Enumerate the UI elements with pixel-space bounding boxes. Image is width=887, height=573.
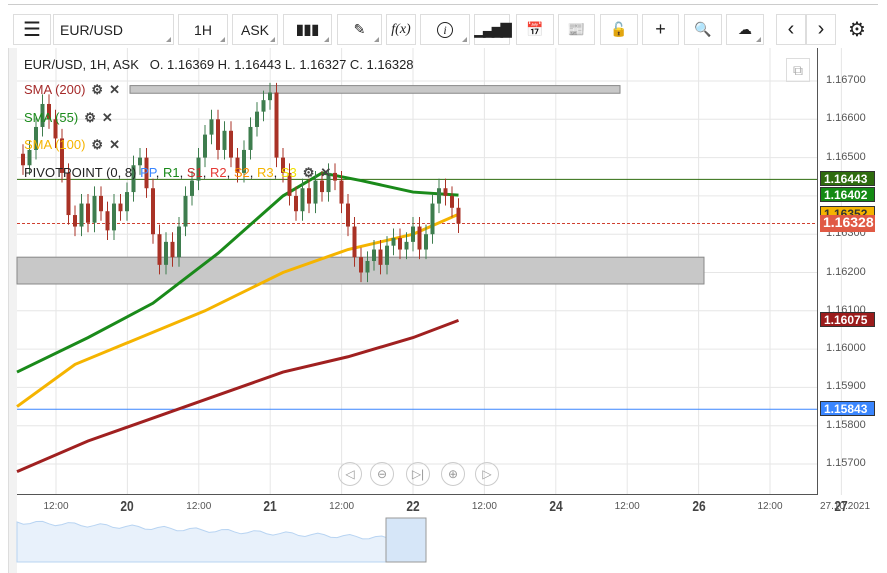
price-label: 1.16402 bbox=[820, 187, 875, 203]
close-icon[interactable]: ✕ bbox=[320, 165, 331, 181]
pivot-part: R1 bbox=[162, 165, 180, 180]
indicator-sma55: SMA (55) ⚙ ✕ bbox=[24, 110, 113, 126]
pivot-label[interactable]: PIVOTPOINT (0, 8) bbox=[24, 165, 136, 180]
zoom-out-icon: ⊖ bbox=[376, 467, 388, 481]
y-tick-label: 1.16600 bbox=[826, 112, 866, 125]
indicator-sma100: SMA (100) ⚙ ✕ bbox=[24, 137, 120, 153]
pivot-part: S3 bbox=[280, 165, 297, 180]
sma55-label[interactable]: SMA (55) bbox=[24, 110, 78, 125]
arrow-left-icon: ◁ bbox=[345, 467, 355, 481]
x-tick-label: 12:00 bbox=[471, 501, 497, 512]
pivot-part: PP bbox=[140, 165, 156, 180]
x-tick-label: 12:00 bbox=[43, 501, 69, 512]
price-label: 1.16075 bbox=[820, 312, 875, 328]
sma100-label[interactable]: SMA (100) bbox=[24, 137, 85, 152]
y-tick-label: 1.15700 bbox=[826, 457, 866, 469]
sma200-label[interactable]: SMA (200) bbox=[24, 82, 85, 97]
chart-frame bbox=[17, 48, 818, 495]
x-tick-label: 12:00 bbox=[329, 501, 355, 512]
indicator-sma200: SMA (200) ⚙ ✕ bbox=[24, 82, 120, 98]
overview-window bbox=[385, 517, 427, 563]
ohlc-values: O. 1.16369 H. 1.16443 L. 1.16327 C. 1.16… bbox=[149, 57, 414, 72]
arrow-right-icon: ▷ bbox=[482, 467, 492, 481]
zoom-in-button[interactable]: ⊕ bbox=[441, 462, 465, 486]
y-tick-label: 1.16700 bbox=[826, 74, 866, 86]
symbol-info: EUR/USD, 1H, ASK bbox=[24, 57, 139, 72]
indicator-pivot: PIVOTPOINT (0, 8) PP, R1, S1, R2, S2, R3… bbox=[24, 165, 332, 181]
pivot-part: S1 bbox=[186, 165, 203, 180]
go-latest-icon: ▷| bbox=[411, 467, 425, 481]
date-label: 27.10.2021 bbox=[819, 501, 871, 512]
x-tick-label: 24 bbox=[549, 498, 563, 515]
y-tick-label: 1.16200 bbox=[826, 265, 866, 278]
gear-icon[interactable]: ⚙ bbox=[91, 82, 103, 98]
x-tick-label: 22 bbox=[406, 498, 420, 515]
price-label: 1.16443 bbox=[820, 171, 875, 187]
price-label: 1.16328 bbox=[820, 215, 875, 233]
y-tick-label: 1.16000 bbox=[826, 342, 866, 355]
gear-icon[interactable]: ⚙ bbox=[84, 110, 96, 126]
zoom-in-icon: ⊕ bbox=[447, 467, 459, 481]
overview-area bbox=[16, 520, 404, 563]
close-icon[interactable]: ✕ bbox=[109, 137, 120, 153]
x-tick-label: 12:00 bbox=[757, 501, 783, 512]
close-icon[interactable]: ✕ bbox=[109, 82, 120, 98]
x-tick-label: 26 bbox=[691, 498, 706, 515]
pivot-part: R2 bbox=[209, 165, 227, 180]
y-tick-label: 1.16500 bbox=[826, 150, 866, 163]
close-icon[interactable]: ✕ bbox=[102, 110, 113, 126]
x-tick-label: 20 bbox=[120, 498, 135, 515]
gear-icon[interactable]: ⚙ bbox=[91, 137, 103, 153]
scroll-right-button[interactable]: ▷ bbox=[475, 462, 499, 486]
go-latest-button[interactable]: ▷| bbox=[406, 462, 430, 486]
pivot-part: S2 bbox=[233, 165, 250, 180]
pivot-part: R3 bbox=[256, 165, 274, 180]
x-tick-label: 21 bbox=[263, 498, 277, 515]
price-label: 1.15843 bbox=[820, 401, 875, 417]
expand-button[interactable]: ⧉ bbox=[786, 58, 810, 82]
x-tick-label: 12:00 bbox=[186, 501, 212, 512]
chart-header: EUR/USD, 1H, ASK O. 1.16369 H. 1.16443 L… bbox=[24, 57, 414, 72]
y-tick-label: 1.15900 bbox=[826, 380, 866, 393]
gear-icon[interactable]: ⚙ bbox=[303, 165, 315, 181]
scroll-left-button[interactable]: ◁ bbox=[338, 462, 362, 486]
zoom-out-button[interactable]: ⊖ bbox=[370, 462, 394, 486]
y-tick-label: 1.15800 bbox=[826, 418, 866, 431]
x-tick-label: 12:00 bbox=[614, 501, 640, 512]
